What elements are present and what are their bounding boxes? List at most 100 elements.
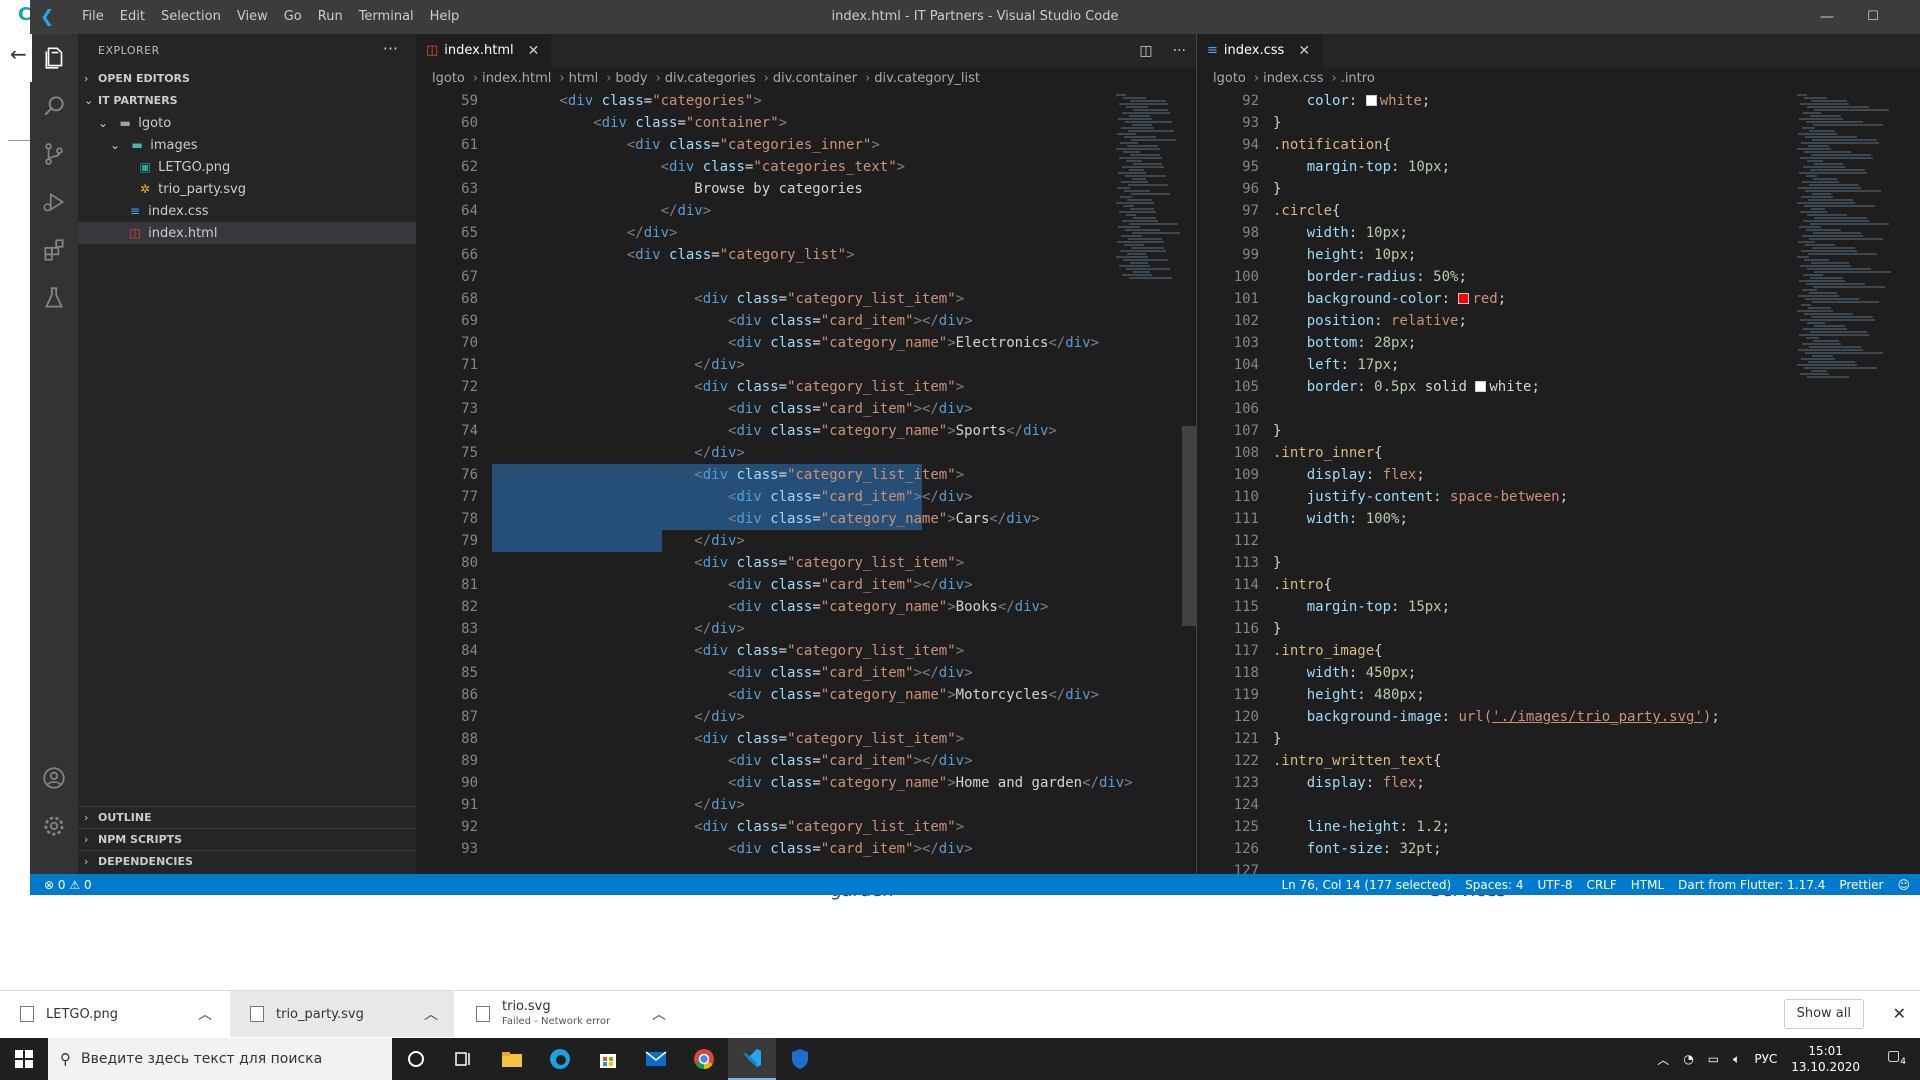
flutter-version[interactable]: Dart from Flutter: 1.17.4 bbox=[1678, 874, 1825, 895]
code-line[interactable]: <div class="categories_text"> bbox=[492, 156, 1133, 178]
menu-view[interactable]: View bbox=[229, 0, 276, 34]
code-line[interactable] bbox=[1273, 398, 1720, 420]
code-line[interactable]: Browse by categories bbox=[492, 178, 1133, 200]
extensions-icon[interactable] bbox=[30, 226, 78, 274]
search-icon[interactable] bbox=[30, 82, 78, 130]
download-item-trio-party[interactable]: trio_party.svg ︿ bbox=[230, 991, 454, 1037]
chevron-up-icon[interactable]: ︿ bbox=[424, 1004, 438, 1024]
code-line[interactable]: margin-top: 15px; bbox=[1273, 596, 1720, 618]
explorer-icon[interactable] bbox=[30, 34, 78, 82]
more-actions-icon[interactable]: ··· bbox=[383, 34, 398, 64]
code-line[interactable]: <div class="category_name">Motorcycles</… bbox=[492, 684, 1133, 706]
code-line[interactable]: .circle{ bbox=[1273, 200, 1720, 222]
code-line[interactable]: width: 450px; bbox=[1273, 662, 1720, 684]
code-editor-html[interactable]: 59 60 61 62 63 64 65 66 67 68 69 70 71 72 73 74 75 76 77 78… bbox=[416, 90, 1196, 874]
menu-run[interactable]: Run bbox=[310, 0, 351, 34]
source-control-icon[interactable] bbox=[30, 130, 78, 178]
code-line[interactable]: </div> bbox=[492, 706, 1133, 728]
tab-index-html[interactable]: ◫ index.html ✕ bbox=[416, 34, 552, 68]
end-of-line[interactable]: CRLF bbox=[1586, 874, 1616, 895]
code-line[interactable]: } bbox=[1273, 618, 1720, 640]
menu-selection[interactable]: Selection bbox=[153, 0, 229, 34]
color-swatch-white[interactable] bbox=[1365, 94, 1377, 106]
chrome-icon[interactable] bbox=[680, 1038, 728, 1080]
code-line[interactable]: <div class="card_item"></div> bbox=[492, 310, 1133, 332]
code-line[interactable]: height: 10px; bbox=[1273, 244, 1720, 266]
minimap[interactable] bbox=[1793, 90, 1903, 874]
split-editor-icon[interactable]: ◫ bbox=[1139, 34, 1152, 68]
code-line[interactable]: border: 0.5px solid white; bbox=[1273, 376, 1720, 398]
color-swatch-white[interactable] bbox=[1475, 380, 1487, 392]
breadcrumb-item[interactable]: lgoto bbox=[432, 71, 465, 86]
code-line[interactable]: .notification{ bbox=[1273, 134, 1720, 156]
code-line[interactable]: </div> bbox=[492, 618, 1133, 640]
code-line[interactable]: display: flex; bbox=[1273, 464, 1720, 486]
code-line[interactable]: <div class="category_name">Sports</div> bbox=[492, 420, 1133, 442]
maximize-icon[interactable]: ☐ bbox=[1850, 0, 1896, 34]
breadcrumb-item[interactable]: lgoto bbox=[1213, 71, 1246, 86]
file-explorer-icon[interactable] bbox=[488, 1038, 536, 1080]
taskbar-search[interactable]: ⚲ Введите здесь текст для поиска bbox=[48, 1038, 392, 1080]
menu-file[interactable]: File bbox=[74, 0, 112, 34]
cursor-position[interactable]: Ln 76, Col 14 (177 selected) bbox=[1281, 874, 1451, 895]
breadcrumb-item[interactable]: index.html bbox=[482, 71, 551, 86]
code-line[interactable]: } bbox=[1273, 420, 1720, 442]
tree-item-letgo-png[interactable]: ▣ LETGO.png bbox=[78, 156, 416, 178]
close-icon[interactable]: ✕ bbox=[1298, 34, 1310, 68]
back-arrow-icon[interactable]: ← bbox=[10, 42, 27, 66]
tab-index-css[interactable]: ≡ index.css ✕ bbox=[1197, 34, 1323, 68]
code-line[interactable]: justify-content: space-between; bbox=[1273, 486, 1720, 508]
tree-item-index-css[interactable]: ≡ index.css bbox=[78, 200, 416, 222]
settings-gear-icon[interactable] bbox=[30, 802, 78, 850]
code-line[interactable]: width: 100%; bbox=[1273, 508, 1720, 530]
code-line[interactable]: </div> bbox=[492, 222, 1133, 244]
windows-start-icon[interactable] bbox=[0, 1038, 48, 1080]
code-line[interactable]: <div class="category_list"> bbox=[492, 244, 1133, 266]
breadcrumb-item[interactable]: .intro bbox=[1341, 71, 1375, 86]
code-line[interactable]: .intro{ bbox=[1273, 574, 1720, 596]
code-line[interactable]: color: white; bbox=[1273, 90, 1720, 112]
code-line[interactable]: <div class="categories_inner"> bbox=[492, 134, 1133, 156]
minimap[interactable] bbox=[1112, 90, 1182, 874]
code-line[interactable]: .intro_inner{ bbox=[1273, 442, 1720, 464]
indentation[interactable]: Spaces: 4 bbox=[1465, 874, 1523, 895]
code-line[interactable]: position: relative; bbox=[1273, 310, 1720, 332]
code-line[interactable]: <div class="category_list_item"> bbox=[492, 376, 1133, 398]
code-line[interactable]: </div> bbox=[492, 442, 1133, 464]
code-line[interactable]: background-image: url('./images/trio_par… bbox=[1273, 706, 1720, 728]
code-line[interactable] bbox=[1273, 860, 1720, 874]
download-item-letgo[interactable]: LETGO.png ︿ bbox=[0, 991, 228, 1037]
code-line[interactable]: </div> bbox=[492, 530, 1133, 552]
prettier-status[interactable]: Prettier bbox=[1839, 874, 1883, 895]
npm-scripts-section[interactable]: › NPM SCRIPTS bbox=[78, 828, 416, 850]
code-line[interactable] bbox=[492, 266, 1133, 288]
chevron-up-icon[interactable]: ︿ bbox=[1657, 1051, 1669, 1068]
breadcrumb-item[interactable]: html bbox=[569, 71, 599, 86]
code-line[interactable]: } bbox=[1273, 178, 1720, 200]
code-line[interactable]: font-size: 32pt; bbox=[1273, 838, 1720, 860]
show-all-button[interactable]: Show all bbox=[1783, 999, 1864, 1029]
code-line[interactable]: </div> bbox=[492, 354, 1133, 376]
code-line[interactable]: <div class="card_item"></div> bbox=[492, 838, 1133, 860]
code-line[interactable]: <div class="card_item"></div> bbox=[492, 398, 1133, 420]
language-indicator[interactable]: РУС bbox=[1754, 1052, 1777, 1066]
notifications-icon[interactable]: ▢4 bbox=[1887, 1048, 1906, 1067]
code-line[interactable]: display: flex; bbox=[1273, 772, 1720, 794]
code-line[interactable] bbox=[1273, 530, 1720, 552]
language-mode[interactable]: HTML bbox=[1631, 874, 1664, 895]
code-line[interactable]: <div class="category_name">Home and gard… bbox=[492, 772, 1133, 794]
encoding[interactable]: UTF-8 bbox=[1537, 874, 1572, 895]
code-line[interactable]: width: 10px; bbox=[1273, 222, 1720, 244]
tree-item-trio-party-svg[interactable]: ✲ trio_party.svg bbox=[78, 178, 416, 200]
accounts-icon[interactable] bbox=[30, 754, 78, 802]
tree-item-lgoto[interactable]: ⌄ ▬ lgoto bbox=[78, 112, 416, 134]
testing-flask-icon[interactable] bbox=[30, 274, 78, 322]
code-line[interactable]: <div class="category_name">Electronics</… bbox=[492, 332, 1133, 354]
code-line[interactable]: <div class="category_name">Books</div> bbox=[492, 596, 1133, 618]
code-line[interactable]: <div class="category_list_item"> bbox=[492, 640, 1133, 662]
code-line[interactable]: } bbox=[1273, 728, 1720, 750]
code-line[interactable]: </div> bbox=[492, 794, 1133, 816]
tree-item-images[interactable]: ⌄ ▬ images bbox=[78, 134, 416, 156]
chevron-up-icon[interactable]: ︿ bbox=[198, 1004, 212, 1024]
code-line[interactable]: <div class="category_list_item"> bbox=[492, 464, 1133, 486]
